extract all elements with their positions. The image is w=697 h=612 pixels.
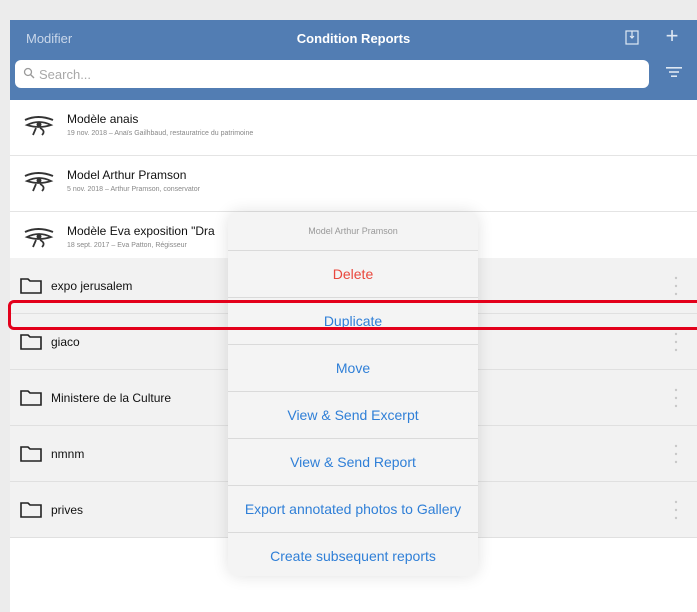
navigation-bar: Modifier Condition Reports + [10,20,697,100]
report-subtitle: 5 nov. 2018 – Arthur Pramson, conservato… [67,186,200,193]
report-title: Modèle Eva exposition "Dra [67,224,215,238]
folder-label: giaco [51,335,80,349]
folder-icon [20,278,42,294]
report-subtitle: 18 sept. 2017 – Eva Patton, Régisseur [67,242,187,249]
filter-icon[interactable] [665,65,683,79]
folder-icon [20,446,42,462]
more-vertical-icon[interactable] [674,275,678,297]
more-vertical-icon[interactable] [674,387,678,409]
eye-of-horus-icon [24,228,54,248]
action-sheet-title: Model Arthur Pramson [228,212,478,251]
more-vertical-icon[interactable] [674,443,678,465]
plus-icon: + [665,23,679,48]
more-vertical-icon[interactable] [674,499,678,521]
eye-of-horus-icon [24,172,54,192]
folder-label: Ministere de la Culture [51,391,172,405]
report-row[interactable]: Modèle anais 19 nov. 2018 – Anaïs Gailhb… [10,100,697,156]
view-send-report-button[interactable]: View & Send Report [228,439,478,486]
duplicate-button[interactable]: Duplicate [228,298,478,345]
search-icon [23,67,35,79]
delete-button[interactable]: Delete [228,251,478,298]
folder-label: prives [51,503,84,517]
report-row[interactable]: Model Arthur Pramson 5 nov. 2018 – Arthu… [10,156,697,212]
folder-icon [20,390,42,406]
report-title: Model Arthur Pramson [67,168,187,182]
view-send-excerpt-button[interactable]: View & Send Excerpt [228,392,478,439]
create-subsequent-reports-button[interactable]: Create subsequent reports [228,533,478,576]
export-photos-button[interactable]: Export annotated photos to Gallery [228,486,478,533]
move-button[interactable]: Move [228,345,478,392]
report-title: Modèle anais [67,112,139,126]
folder-icon [20,334,42,350]
folder-label: expo jerusalem [51,279,133,293]
search-bar [15,60,649,88]
more-vertical-icon[interactable] [674,331,678,353]
action-sheet: Model Arthur Pramson Delete Duplicate Mo… [228,212,478,576]
report-subtitle: 19 nov. 2018 – Anaïs Gailhbaud, restaura… [67,130,254,137]
search-input[interactable] [39,64,619,84]
folder-icon [20,502,42,518]
page-title: Condition Reports [296,31,411,46]
eye-of-horus-icon [24,116,54,136]
folder-label: nmnm [51,447,85,461]
inbox-icon[interactable] [625,29,639,45]
add-button[interactable]: + [662,23,682,48]
